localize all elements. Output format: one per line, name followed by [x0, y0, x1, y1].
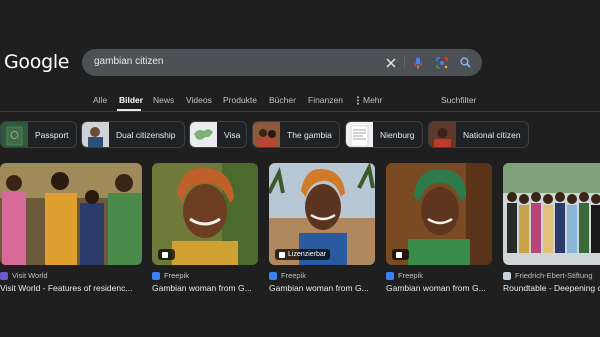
search-box[interactable]: gambian citizen [82, 49, 482, 76]
tab-produkte[interactable]: Produkte [223, 95, 257, 105]
search-icon[interactable] [455, 49, 475, 76]
result-source-name: Freepik [164, 271, 190, 280]
tab-buecher[interactable]: Bücher [269, 95, 296, 105]
suchfilter-button[interactable]: Suchfilter [441, 95, 476, 105]
result-source[interactable]: Freepik [152, 271, 189, 280]
chip-passport[interactable]: Passport [0, 121, 77, 148]
result-title[interactable]: Gambian woman from G... [269, 283, 375, 293]
chip-label: Passport [35, 130, 69, 140]
freepik-favicon [386, 271, 394, 280]
result-image[interactable] [0, 163, 142, 265]
tab-videos[interactable]: Videos [186, 95, 212, 105]
badge-icon [396, 251, 402, 258]
result-source[interactable]: Freepik [269, 271, 306, 280]
chip-label: National citizen [463, 130, 521, 140]
visit-world-favicon [0, 271, 8, 280]
visa-map-thumbnail [190, 122, 217, 147]
clear-icon[interactable] [381, 49, 401, 76]
roundtable-group-photo [503, 163, 600, 265]
image-result[interactable]: Lizenzierbar Freepik Gambian woman from … [269, 163, 375, 293]
result-title[interactable]: Visit World - Features of residenc... [0, 283, 140, 293]
chip-dual-citizenship[interactable]: Dual citizenship [81, 121, 185, 148]
header: Google gambian citizen Alle Bilder News … [0, 0, 600, 112]
result-image[interactable]: Lizenzierbar [269, 163, 375, 265]
nienburg-document-thumbnail [346, 122, 373, 147]
result-source-name: Friedrich-Ebert-Stiftung [515, 271, 593, 280]
badge-icon [162, 251, 168, 258]
chip-nienburg[interactable]: Nienburg [345, 121, 423, 148]
badge-icon [279, 251, 285, 258]
tab-mehr-label: Mehr [363, 95, 383, 105]
image-badge [392, 249, 409, 260]
divider [404, 55, 405, 70]
lens-icon[interactable] [432, 49, 452, 76]
licensable-badge[interactable]: Lizenzierbar [275, 249, 331, 260]
image-result[interactable]: Visit World Visit World - Features of re… [0, 163, 142, 293]
tab-finanzen[interactable]: Finanzen [308, 95, 343, 105]
image-result[interactable]: Freepik Gambian woman from G... [386, 163, 492, 293]
mic-icon[interactable] [408, 49, 428, 76]
chip-label: The gambia [287, 130, 332, 140]
the-gambia-thumbnail [253, 122, 280, 147]
badge-label: Lizenzierbar [288, 251, 327, 258]
result-source-name: Freepik [398, 271, 424, 280]
result-source[interactable]: Freepik [386, 271, 423, 280]
chip-visa[interactable]: Visa [189, 121, 247, 148]
freepik-favicon [152, 271, 160, 280]
chip-label: Dual citizenship [116, 130, 176, 140]
dual-citizenship-thumbnail [82, 122, 109, 147]
google-logo[interactable]: Google [4, 51, 70, 73]
passport-thumbnail [1, 122, 28, 147]
tab-news[interactable]: News [153, 95, 174, 105]
result-source[interactable]: Visit World [0, 271, 48, 280]
result-image[interactable] [152, 163, 258, 265]
national-citizen-thumbnail [429, 122, 456, 147]
tab-bilder[interactable]: Bilder [119, 95, 143, 105]
chip-label: Nienburg [380, 130, 415, 140]
tab-mehr[interactable]: Mehr [356, 95, 382, 105]
result-title[interactable]: Gambian woman from G... [152, 283, 258, 293]
result-title[interactable]: Gambian woman from G... [386, 283, 492, 293]
search-input[interactable]: gambian citizen [94, 56, 163, 67]
image-result[interactable]: Freepik Gambian woman from G... [152, 163, 258, 293]
image-result[interactable]: Friedrich-Ebert-Stiftung Roundtable - De… [503, 163, 600, 293]
fes-favicon [503, 271, 511, 280]
chip-the-gambia[interactable]: The gambia [252, 121, 340, 148]
freepik-favicon [269, 271, 277, 280]
chip-national-citizen[interactable]: National citizen [428, 121, 529, 148]
result-source-name: Visit World [12, 271, 48, 280]
result-image[interactable] [503, 163, 600, 265]
result-image[interactable] [386, 163, 492, 265]
tab-alle[interactable]: Alle [93, 95, 107, 105]
crowd-photo [0, 163, 142, 265]
result-source[interactable]: Friedrich-Ebert-Stiftung [503, 271, 593, 280]
result-title[interactable]: Roundtable - Deepening c... [503, 283, 600, 293]
result-source-name: Freepik [281, 271, 307, 280]
active-tab-indicator [117, 109, 141, 111]
search-tabs: Alle Bilder News Videos Produkte Bücher … [0, 90, 600, 112]
image-badge [158, 249, 175, 260]
more-vert-icon [357, 95, 359, 105]
chip-label: Visa [224, 130, 241, 140]
